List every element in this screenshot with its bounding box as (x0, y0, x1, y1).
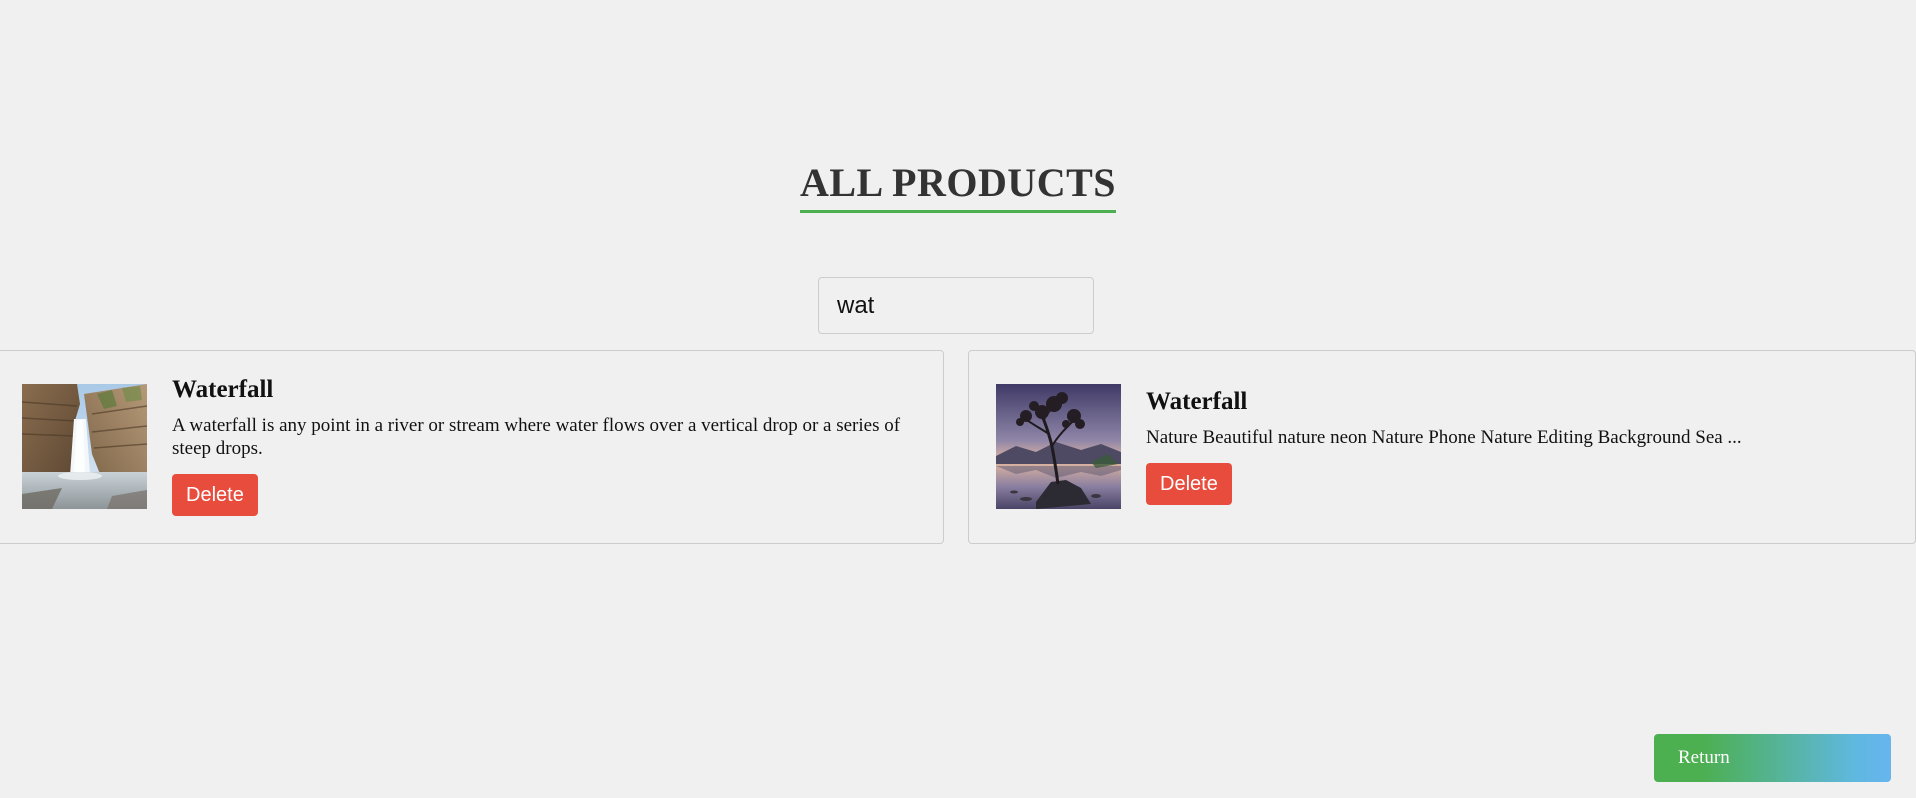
product-card: Waterfall A waterfall is any point in a … (0, 350, 944, 544)
product-info: Waterfall Nature Beautiful nature neon N… (1146, 387, 1897, 505)
product-description: Nature Beautiful nature neon Nature Phon… (1146, 427, 1742, 448)
return-button[interactable]: Return (1654, 734, 1891, 782)
page: ALL PRODUCTS wat Waterfall A waterfall i… (0, 0, 1916, 798)
delete-button[interactable]: Delete (172, 474, 258, 516)
title-container: ALL PRODUCTS (0, 158, 1916, 213)
product-card: Waterfall Nature Beautiful nature neon N… (968, 350, 1916, 544)
page-title: ALL PRODUCTS (799, 158, 1117, 213)
product-title: Waterfall (1146, 388, 1248, 415)
product-description: A waterfall is any point in a river or s… (172, 415, 901, 459)
delete-button[interactable]: Delete (1146, 463, 1232, 505)
product-image-waterfall (22, 384, 147, 509)
product-info: Waterfall A waterfall is any point in a … (172, 375, 925, 516)
product-image-tree (996, 384, 1121, 509)
product-title: Waterfall (172, 376, 274, 403)
search-input[interactable] (818, 277, 1094, 334)
